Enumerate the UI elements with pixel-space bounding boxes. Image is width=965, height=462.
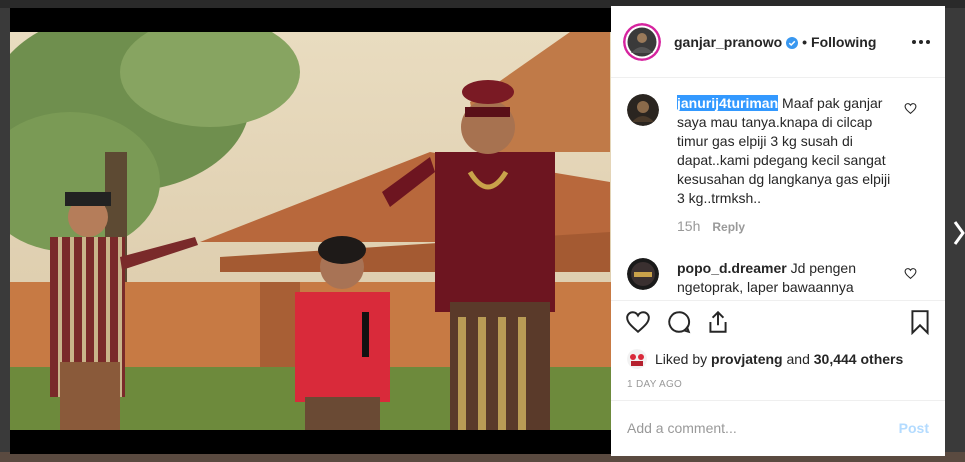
- post-photo[interactable]: [10, 8, 611, 454]
- comment-username[interactable]: janurij4turiman: [677, 95, 779, 111]
- post-timestamp[interactable]: 1 DAY AGO: [627, 379, 682, 390]
- add-comment-bar: Add a comment... Post: [611, 400, 945, 456]
- verified-badge-icon: [786, 36, 799, 49]
- separator-dot: •: [802, 34, 808, 50]
- bookmark-icon[interactable]: [907, 309, 933, 336]
- comment-body: popo_d.dreamer Jd pengen ngetoprak, lape…: [677, 259, 901, 297]
- post-actions: Liked by provjateng and 30,444 others 1 …: [611, 300, 945, 410]
- liker-avatar[interactable]: [627, 349, 647, 369]
- comment-age: 15h: [677, 218, 701, 234]
- like-comment-heart-icon[interactable]: [904, 267, 917, 280]
- next-post-chevron-icon[interactable]: [953, 218, 965, 248]
- post-header: ganjar_pranowo • Following: [611, 6, 945, 78]
- reply-button[interactable]: Reply: [712, 220, 745, 234]
- comment-username[interactable]: popo_d.dreamer: [677, 260, 787, 276]
- comment-bubble-icon[interactable]: [666, 309, 692, 335]
- post-detail-panel: ganjar_pranowo • Following janurij4turim…: [611, 6, 945, 456]
- theatre-stage-image: [10, 32, 611, 430]
- author-username[interactable]: ganjar_pranowo: [674, 34, 782, 50]
- likes-prefix: Liked by: [655, 351, 708, 367]
- comments-list[interactable]: janurij4turiman Maaf pak ganjar saya mau…: [611, 78, 945, 300]
- commenter-avatar[interactable]: [627, 94, 659, 126]
- commenter-avatar[interactable]: [627, 258, 659, 290]
- comment-meta: 15h Reply: [677, 218, 745, 234]
- liker-username[interactable]: provjateng: [711, 351, 783, 367]
- following-button[interactable]: Following: [811, 34, 876, 50]
- likes-middle: and: [786, 351, 810, 367]
- likes-summary: Liked by provjateng and 30,444 others: [627, 349, 903, 369]
- comment-body: janurij4turiman Maaf pak ganjar saya mau…: [677, 94, 901, 208]
- likes-count[interactable]: 30,444 others: [814, 351, 904, 367]
- author-avatar[interactable]: [623, 23, 661, 61]
- comment-text: Maaf pak ganjar saya mau tanya.knapa di …: [677, 95, 891, 206]
- like-comment-heart-icon[interactable]: [904, 102, 917, 115]
- post-comment-button[interactable]: Post: [899, 420, 929, 436]
- like-heart-icon[interactable]: [625, 309, 651, 335]
- comment-input[interactable]: Add a comment...: [627, 420, 737, 436]
- more-options-icon[interactable]: [911, 32, 931, 52]
- share-icon[interactable]: [705, 309, 731, 335]
- post-author-row: ganjar_pranowo • Following: [674, 34, 876, 50]
